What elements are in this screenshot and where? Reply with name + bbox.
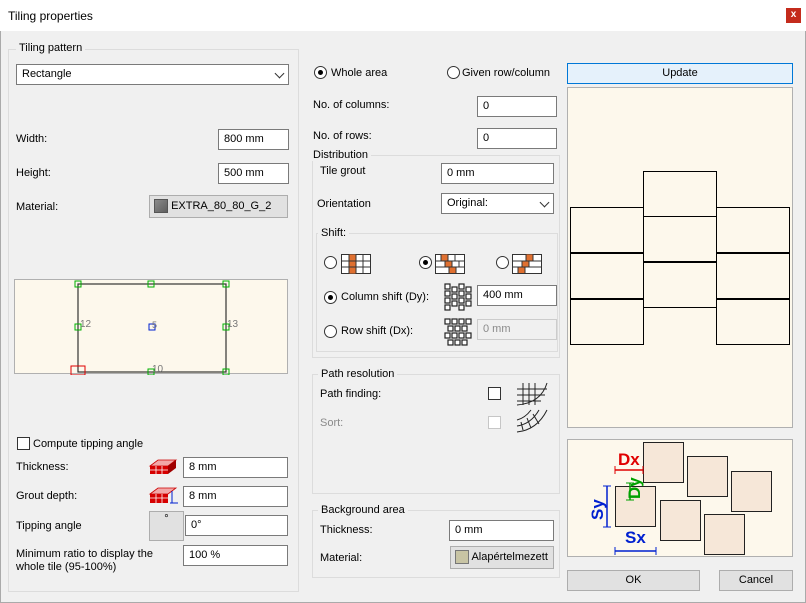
min-ratio-label: Minimum ratio to display the whole tile … — [16, 548, 153, 573]
compute-tipping-label: Compute tipping angle — [33, 438, 144, 450]
column-shift-icon — [444, 283, 472, 311]
grout-depth-label: Grout depth: — [16, 490, 78, 502]
pattern-preview: 12 5 13 10 — [14, 279, 288, 375]
path-finding-label: Path finding: — [320, 388, 382, 400]
diagram-sy-label: Sy — [588, 499, 607, 520]
diagram-dy-label: Dy — [625, 477, 644, 499]
whole-area-label: Whole area — [331, 67, 388, 79]
shift-row-radio[interactable] — [419, 256, 432, 269]
bg-thickness-input[interactable]: 0 mm — [449, 520, 554, 541]
bg-material-label: Material: — [320, 552, 363, 564]
height-label: Height: — [16, 167, 51, 179]
tipping-angle-symbol: ° — [164, 513, 169, 525]
preview-tile — [716, 207, 790, 253]
row-shift-radio[interactable] — [324, 325, 337, 338]
path-resolution-legend: Path resolution — [318, 368, 398, 380]
columns-label: No. of columns: — [313, 99, 390, 111]
tile-grout-input[interactable]: 0 mm — [441, 163, 554, 184]
background-legend: Background area — [318, 504, 408, 516]
given-row-radio[interactable] — [447, 66, 460, 79]
distribution-legend: Distribution — [310, 149, 372, 161]
chevron-down-icon — [539, 197, 550, 208]
whole-area-radio[interactable] — [314, 66, 327, 79]
shift-legend: Shift: — [318, 227, 350, 239]
compute-tipping-checkbox[interactable] — [17, 437, 30, 450]
columns-input[interactable]: 0 — [477, 96, 557, 117]
orientation-label: Orientation — [317, 198, 371, 210]
pattern-select[interactable]: Rectangle — [16, 64, 289, 85]
shift-row-icon — [435, 254, 465, 274]
column-shift-label: Column shift (Dy): — [341, 291, 430, 303]
diagram-sx-label: Sx — [625, 528, 646, 547]
window-title: Tiling properties — [8, 9, 93, 23]
tipping-angle-button[interactable]: ° — [149, 511, 184, 541]
rows-input[interactable]: 0 — [477, 128, 557, 149]
shift-none-radio[interactable] — [324, 256, 337, 269]
pattern-value: Rectangle — [22, 68, 72, 80]
preview-tile — [643, 216, 717, 262]
preview-tile — [643, 262, 717, 308]
title-bar — [0, 0, 806, 31]
tipping-angle-input[interactable]: 0° — [185, 515, 288, 536]
preview-tile — [643, 171, 717, 217]
width-label: Width: — [16, 133, 48, 145]
row-shift-label: Row shift (Dx): — [341, 325, 414, 337]
tiling-preview — [567, 87, 793, 428]
preview-tile — [716, 253, 790, 299]
bg-material-value: Alapértelmezett — [471, 551, 548, 563]
thickness-label: Thickness: — [16, 461, 69, 473]
bg-material-button[interactable]: Alapértelmezett — [450, 546, 554, 569]
shift-diagonal-radio[interactable] — [496, 256, 509, 269]
close-button[interactable]: x — [786, 8, 801, 23]
orientation-value: Original: — [447, 197, 488, 209]
orientation-select[interactable]: Original: — [441, 193, 554, 214]
row-shift-input[interactable]: 0 mm — [477, 319, 557, 340]
bg-thickness-label: Thickness: — [320, 524, 373, 536]
row-shift-icon — [444, 318, 472, 346]
preview-tile — [570, 299, 644, 345]
ok-button[interactable]: OK — [567, 570, 700, 591]
diagram-dx-label: Dx — [618, 450, 640, 469]
rows-label: No. of rows: — [313, 130, 372, 142]
chevron-down-icon — [274, 68, 285, 79]
bg-material-swatch-icon — [455, 550, 469, 565]
sort-checkbox[interactable] — [488, 416, 501, 429]
preview-tile — [716, 299, 790, 345]
preview-tile — [570, 207, 644, 253]
update-button[interactable]: Update — [567, 63, 793, 84]
thickness-input[interactable]: 8 mm — [183, 457, 288, 478]
shift-diagonal-icon — [512, 254, 542, 274]
grout-depth-input[interactable]: 8 mm — [183, 486, 288, 507]
min-ratio-input[interactable]: 100 % — [183, 545, 288, 566]
tiling-pattern-legend: Tiling pattern — [16, 42, 86, 54]
material-button[interactable]: EXTRA_80_80_G_2 — [149, 195, 288, 218]
preview-label-center: 5 — [152, 320, 158, 330]
tile-grout-label: Tile grout — [320, 165, 366, 177]
material-value: EXTRA_80_80_G_2 — [171, 200, 272, 212]
preview-label-bottom: 10 — [152, 364, 164, 375]
grout-depth-icon — [148, 487, 178, 504]
preview-label-right: 13 — [227, 319, 239, 330]
column-shift-radio[interactable] — [324, 291, 337, 304]
height-input[interactable]: 500 mm — [218, 163, 289, 184]
column-shift-input[interactable]: 400 mm — [477, 285, 557, 306]
sort-label: Sort: — [320, 417, 344, 429]
material-swatch-icon — [154, 199, 168, 214]
sort-icon — [516, 409, 548, 433]
width-input[interactable]: 800 mm — [218, 129, 289, 150]
shift-none-icon — [341, 254, 371, 274]
tipping-angle-label: Tipping angle — [16, 520, 82, 532]
thickness-icon — [148, 459, 178, 474]
path-finding-icon — [516, 382, 548, 406]
cancel-button[interactable]: Cancel — [719, 570, 793, 591]
given-row-label: Given row/column — [462, 67, 551, 79]
preview-tile — [570, 253, 644, 299]
shift-diagram: Dx Dy Sy Sx — [567, 439, 793, 557]
preview-label-left: 12 — [80, 319, 92, 330]
path-finding-checkbox[interactable] — [488, 387, 501, 400]
material-label: Material: — [16, 201, 59, 213]
